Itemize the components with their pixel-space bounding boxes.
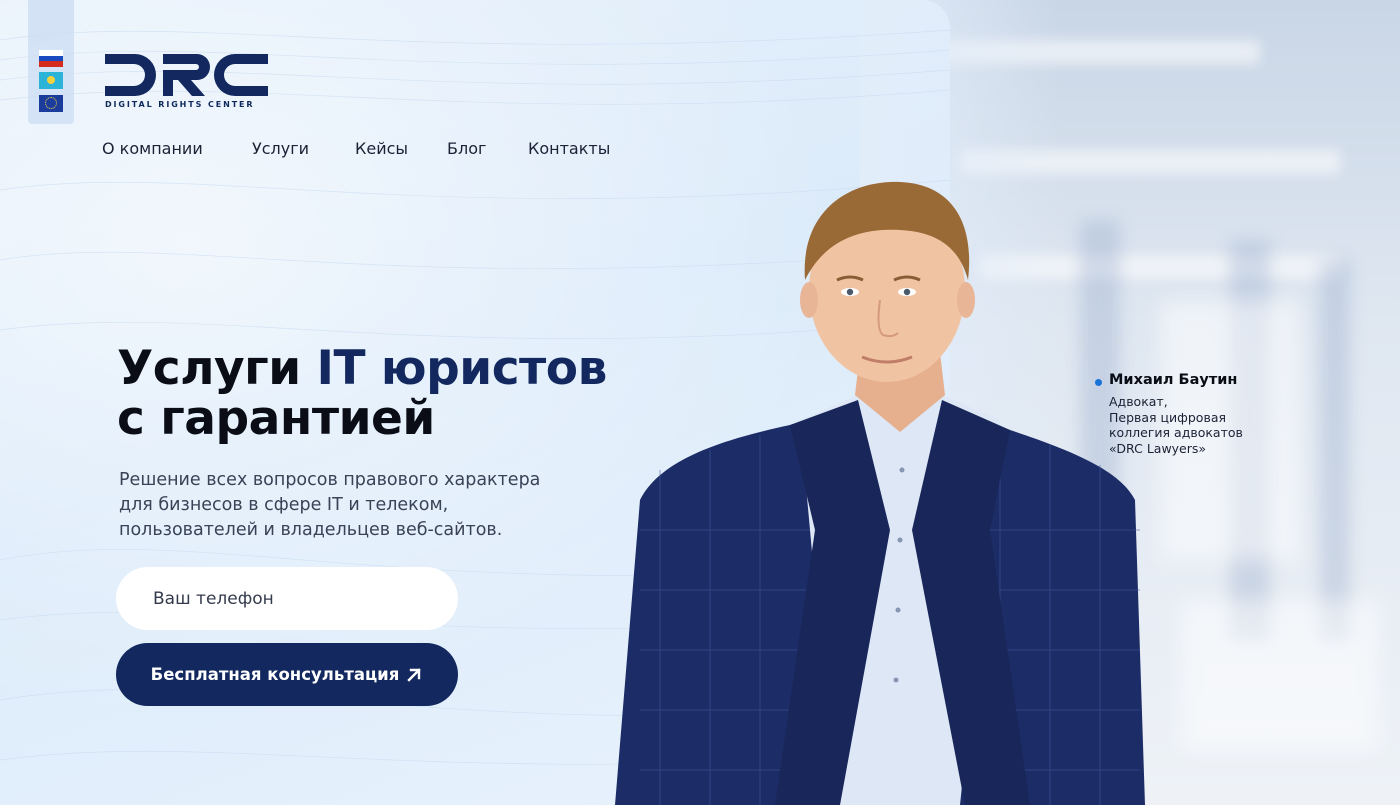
phone-input[interactable]: [116, 567, 458, 630]
eu-flag-icon[interactable]: [39, 95, 63, 112]
hero-title: Услуги IT юристов с гарантией: [117, 344, 607, 444]
page: DIGITAL RIGHTS CENTER О компании Услуги …: [0, 0, 1400, 805]
nav-item-about[interactable]: О компании: [102, 139, 203, 158]
hero-subtitle-line: пользователей и владельцев веб-сайтов.: [119, 520, 503, 540]
nav-item-contacts[interactable]: Контакты: [528, 139, 610, 158]
hero-subtitle: Решение всех вопросов правового характер…: [119, 468, 599, 543]
hero-title-line2: с гарантией: [117, 391, 435, 446]
person-role-line: коллегия адвокатов: [1109, 425, 1243, 440]
hero-subtitle-line: для бизнесов в сфере IT и телеком,: [119, 495, 449, 515]
language-switcher: [28, 0, 74, 124]
russia-flag-icon[interactable]: [39, 50, 63, 67]
drc-logo-mark: [105, 54, 268, 96]
person-role: Адвокат, Первая цифровая коллегия адвока…: [1109, 394, 1299, 456]
person-role-line: «DRC Lawyers»: [1109, 440, 1207, 456]
person-name: Михаил Баутин: [1109, 372, 1238, 388]
cta-label: Бесплатная консультация: [150, 665, 400, 684]
person-role-line: Первая цифровая: [1109, 409, 1226, 425]
free-consultation-button[interactable]: Бесплатная консультация: [116, 643, 458, 706]
hero-title-part1: Услуги: [117, 341, 317, 396]
arrow-up-right-icon: [407, 667, 422, 682]
main-nav: О компании Услуги Кейсы Блог Контакты: [0, 139, 700, 161]
drc-logo[interactable]: DIGITAL RIGHTS CENTER: [105, 54, 270, 112]
hero-title-accent: IT юристов: [316, 341, 608, 396]
hero-subtitle-line: Решение всех вопросов правового характер…: [119, 470, 541, 490]
kazakhstan-flag-icon[interactable]: [39, 72, 63, 89]
logo-tagline: DIGITAL RIGHTS CENTER: [105, 100, 255, 109]
lawyer-portrait: [615, 181, 1145, 805]
bullet-dot-icon: [1095, 379, 1102, 386]
nav-item-services[interactable]: Услуги: [252, 139, 309, 158]
nav-item-cases[interactable]: Кейсы: [355, 139, 408, 158]
person-role-line: Адвокат,: [1109, 394, 1168, 409]
nav-item-blog[interactable]: Блог: [447, 139, 486, 158]
